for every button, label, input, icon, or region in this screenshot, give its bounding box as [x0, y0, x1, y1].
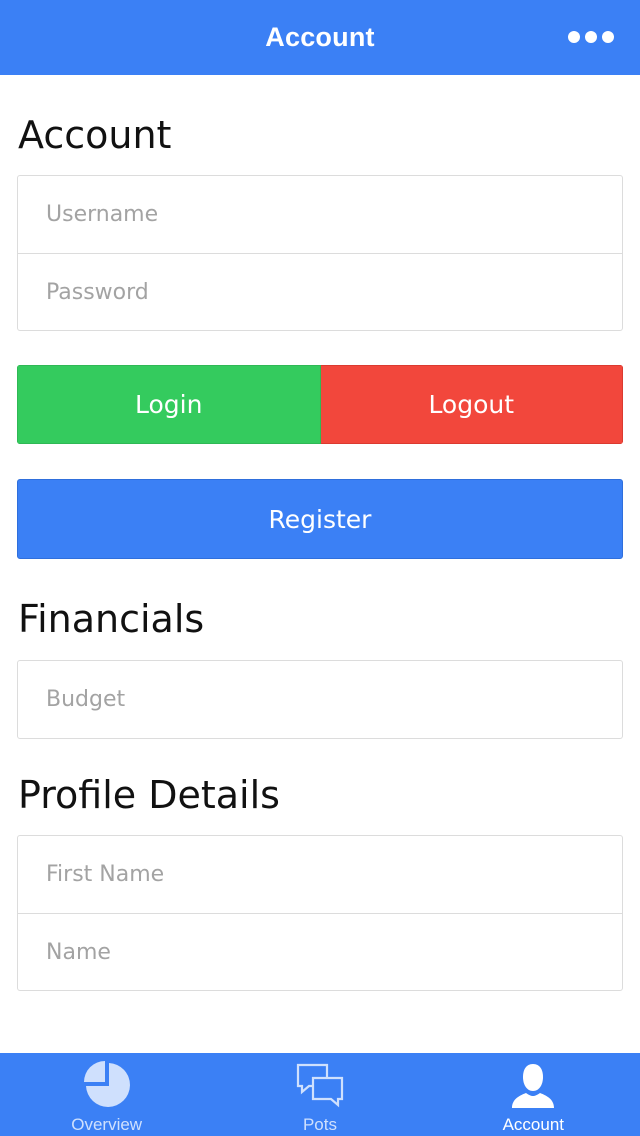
- auth-button-row: Login Logout: [17, 365, 623, 444]
- tab-label: Account: [502, 1115, 565, 1134]
- profile-section-title: Profile Details: [18, 773, 280, 817]
- more-dot: [585, 31, 597, 43]
- tab-pots[interactable]: Pots: [213, 1053, 426, 1136]
- logout-button[interactable]: Logout: [320, 365, 623, 444]
- more-horizontal-icon: [568, 31, 580, 43]
- pie-chart-icon: [81, 1060, 133, 1110]
- name-input[interactable]: [18, 913, 622, 990]
- profile-fields: [17, 835, 623, 991]
- account-section-title: Account: [18, 113, 172, 157]
- tab-overview[interactable]: Overview: [0, 1053, 213, 1136]
- first-name-input[interactable]: [18, 836, 622, 913]
- register-button[interactable]: Register: [17, 479, 623, 559]
- more-options-button[interactable]: [568, 29, 614, 45]
- tab-bar: Overview Pots Account: [0, 1053, 640, 1136]
- login-button[interactable]: Login: [17, 365, 321, 444]
- username-input[interactable]: [18, 176, 622, 253]
- tab-label: Overview: [71, 1115, 143, 1134]
- account-fields: [17, 175, 623, 331]
- page-title: Account: [265, 22, 375, 52]
- tab-label: Pots: [302, 1115, 337, 1134]
- tab-account[interactable]: Account: [427, 1053, 640, 1136]
- person-icon: [507, 1060, 559, 1110]
- financials-fields: [17, 660, 623, 739]
- navigation-bar: Account: [0, 0, 640, 75]
- financials-section-title: Financials: [18, 597, 205, 641]
- chat-bubbles-icon: [294, 1060, 346, 1110]
- more-dot: [602, 31, 614, 43]
- budget-input[interactable]: [18, 661, 622, 738]
- password-input[interactable]: [18, 253, 622, 330]
